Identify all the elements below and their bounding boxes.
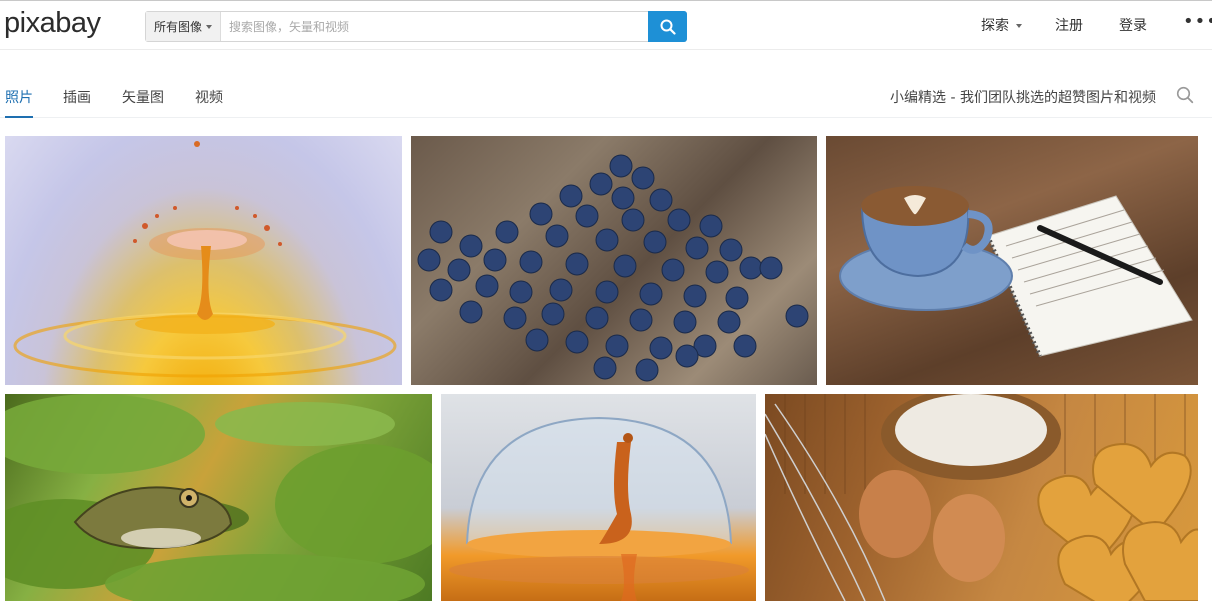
tab-vectors[interactable]: 矢量图 <box>122 87 164 107</box>
photo-water-drop-splash[interactable] <box>5 136 402 385</box>
more-menu-icon[interactable]: ••• <box>1183 11 1212 32</box>
photo-image <box>839 186 1193 357</box>
caret-down-icon <box>206 24 212 29</box>
explore-menu[interactable]: 探索 <box>981 15 1023 35</box>
search-input[interactable] <box>221 12 648 41</box>
editors-choice-link[interactable]: 小编精选 - 我们团队挑选的超赞图片和视频 <box>890 87 1156 107</box>
login-link[interactable]: 登录 <box>1119 15 1147 35</box>
tab-illustrations[interactable]: 插画 <box>63 87 91 107</box>
photo-image <box>417 154 809 382</box>
search-bar: 所有图像 <box>145 11 687 42</box>
photo-image <box>13 141 397 378</box>
photo-image <box>449 416 749 601</box>
register-link[interactable]: 注册 <box>1055 15 1083 35</box>
photo-drop-in-bubble[interactable] <box>441 394 756 601</box>
photo-coffee-notebook[interactable] <box>826 136 1198 385</box>
search-icon[interactable] <box>1176 86 1194 108</box>
media-type-label: 所有图像 <box>153 20 202 34</box>
explore-label: 探索 <box>981 18 1009 34</box>
caret-down-icon <box>1016 24 1023 28</box>
photo-image <box>5 394 432 601</box>
search-icon <box>660 19 676 35</box>
search-button[interactable] <box>648 11 687 42</box>
pixabay-logo[interactable]: pixabay <box>4 7 101 40</box>
photo-blueberries[interactable] <box>411 136 817 385</box>
photo-frog-lily-pads[interactable] <box>5 394 432 601</box>
tab-photos[interactable]: 照片 <box>5 87 33 118</box>
media-tabs: 照片 插画 矢量图 视频 小编精选 - 我们团队挑选的超赞图片和视频 <box>0 84 1212 118</box>
media-type-dropdown[interactable]: 所有图像 <box>146 12 221 41</box>
photo-image <box>765 394 1198 601</box>
top-bar: pixabay 所有图像 探索 注册 登录 ••• <box>0 0 1212 50</box>
tab-videos[interactable]: 视频 <box>195 87 223 107</box>
photo-eggs-flour-waffles[interactable] <box>765 394 1198 601</box>
